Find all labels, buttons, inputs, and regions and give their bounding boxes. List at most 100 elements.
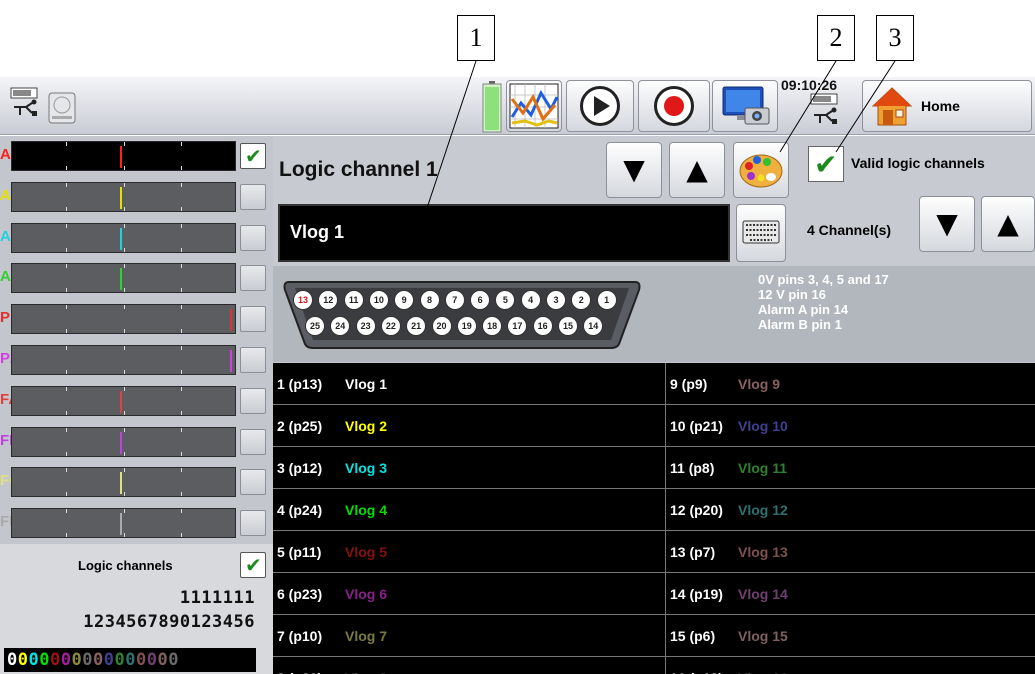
- channel-checkbox[interactable]: [240, 347, 266, 373]
- logic-state-digit: 0: [146, 650, 158, 670]
- channel-pin-id: 5 (p11): [277, 544, 322, 560]
- channel-checkbox[interactable]: [240, 387, 266, 414]
- channel-row[interactable]: FA: [0, 381, 273, 421]
- keyboard-icon: [742, 220, 780, 244]
- channel-name: Vlog 1: [345, 376, 388, 392]
- logic-state-digit: 0: [28, 650, 40, 670]
- connector-pin: 10: [368, 290, 389, 310]
- table-row[interactable]: 8 (p22) Vlog 8 16 (p18) Vlog 16: [273, 657, 1035, 674]
- channel-checkbox[interactable]: [240, 306, 266, 333]
- connector-pin: 7: [444, 290, 465, 310]
- channel-pin-id: 10 (p21): [670, 418, 723, 434]
- channel-name: Vlog 6: [345, 586, 388, 602]
- logic-state-digit: 0: [39, 650, 50, 670]
- pin-info-line: Alarm B pin 1: [758, 317, 842, 332]
- channel-marker: [120, 146, 122, 168]
- channel-marker: [120, 390, 122, 413]
- home-button[interactable]: Home: [862, 80, 1032, 132]
- record-icon: [654, 86, 694, 126]
- channel-row[interactable]: P2: [0, 340, 273, 380]
- channel-name-field[interactable]: Vlog 1: [278, 204, 730, 262]
- channel-pin-id: 9 (p9): [670, 376, 708, 392]
- channel-pin-id: 2 (p25): [277, 418, 323, 434]
- channel-name: Vlog 16: [738, 657, 788, 674]
- pin-info-line: Alarm A pin 14: [758, 302, 849, 317]
- count-up-button[interactable]: ▲: [981, 196, 1035, 252]
- channel-row[interactable]: P1: [0, 299, 273, 339]
- channel-checkbox[interactable]: [240, 469, 266, 496]
- channel-checkbox[interactable]: [240, 428, 266, 455]
- channel-pin-id: 7 (p10): [277, 628, 323, 644]
- connector-pin: 19: [456, 316, 477, 336]
- channel-name: Vlog 7: [345, 628, 388, 644]
- channel-sidebar: A1A2A3A4P1P2FAFBFCFD Logic channels 111111…: [0, 136, 273, 674]
- logic-channels-checkbox[interactable]: [240, 552, 266, 578]
- logic-channels-title: Logic channels: [78, 558, 173, 573]
- keyboard-button[interactable]: [736, 204, 786, 262]
- channel-checkbox[interactable]: [240, 143, 266, 169]
- table-row[interactable]: 7 (p10) Vlog 7 15 (p6) Vlog 15: [273, 615, 1035, 657]
- channel-name: Vlog 14: [738, 586, 788, 602]
- table-row[interactable]: 3 (p12) Vlog 3 11 (p8) Vlog 11: [273, 447, 1035, 489]
- channel-track: [11, 385, 236, 416]
- channel-name: Vlog 9: [738, 376, 781, 392]
- record-button[interactable]: [638, 80, 710, 132]
- table-row[interactable]: 5 (p11) Vlog 5 13 (p7) Vlog 13: [273, 531, 1035, 573]
- channel-index-tens: 1111111: [179, 588, 255, 608]
- channel-up-button[interactable]: ▲: [669, 142, 725, 198]
- channel-pin-id: 3 (p12): [277, 460, 323, 476]
- connector-pin: 11: [343, 290, 364, 310]
- channel-marker: [230, 350, 232, 372]
- connector-pin: 8: [419, 290, 440, 310]
- channel-name: Vlog 11: [738, 460, 788, 476]
- channel-pin-id: 14 (p19): [670, 586, 723, 602]
- channel-checkbox[interactable]: [240, 265, 266, 292]
- logic-state-digit: 0: [7, 650, 18, 670]
- channel-track: [11, 467, 236, 498]
- channel-checkbox[interactable]: [240, 224, 266, 251]
- connector-pin: 13: [293, 290, 313, 310]
- logic-channel-title: Logic channel 1: [279, 158, 438, 181]
- battery-icon: [481, 81, 503, 137]
- color-palette-button[interactable]: [733, 142, 789, 198]
- channel-name: Vlog 8: [345, 657, 387, 674]
- channel-row[interactable]: A1: [0, 136, 273, 176]
- table-row[interactable]: 4 (p24) Vlog 4 12 (p20) Vlog 12: [273, 489, 1035, 531]
- logic-channels-summary: Logic channels11111111234567890123456000…: [0, 544, 273, 674]
- channel-name: Vlog 12: [738, 502, 788, 518]
- logic-state-digit: 0: [136, 650, 147, 670]
- screenshot-button[interactable]: [712, 80, 778, 132]
- logic-state-digit: 0: [168, 650, 179, 670]
- table-row[interactable]: 6 (p23) Vlog 6 14 (p19) Vlog 14: [273, 573, 1035, 615]
- connector-pin: 18: [482, 316, 503, 336]
- channel-checkbox[interactable]: [240, 510, 266, 537]
- channel-down-button[interactable]: ▼: [606, 142, 662, 198]
- logic-channel-editor: Logic channel 1 ▼ ▲ Valid logic channels…: [273, 136, 1035, 674]
- channel-index-units: 1234567890123456: [83, 612, 255, 632]
- logic-state-digit: 0: [103, 650, 115, 670]
- play-button[interactable]: [566, 80, 634, 132]
- valid-logic-channels-checkbox[interactable]: [808, 146, 844, 182]
- channel-checkbox[interactable]: [240, 183, 266, 210]
- logic-state-digit: 0: [17, 650, 29, 670]
- channel-track: [11, 426, 236, 457]
- channel-row[interactable]: A3: [0, 218, 273, 258]
- channel-pin-id: 6 (p23): [277, 586, 323, 602]
- channel-row[interactable]: A4: [0, 258, 273, 298]
- home-icon: [871, 87, 913, 126]
- channel-pin-id: 16 (p18): [670, 657, 723, 674]
- channel-pin-id: 13 (p7): [670, 544, 716, 560]
- channel-row[interactable]: FD: [0, 503, 273, 543]
- channel-row[interactable]: FC: [0, 462, 273, 502]
- table-row[interactable]: 1 (p13) Vlog 1 9 (p9) Vlog 9: [273, 363, 1035, 405]
- channel-row[interactable]: FB: [0, 422, 273, 462]
- logic-channel-table: 1 (p13) Vlog 1 9 (p9) Vlog 9 2 (p25) Vlog 2 10…: [273, 363, 1035, 674]
- chart-button[interactable]: [506, 80, 562, 132]
- usb-drive-icon: [8, 85, 42, 129]
- table-row[interactable]: 2 (p25) Vlog 2 10 (p21) Vlog 10: [273, 405, 1035, 447]
- channel-track: [11, 222, 236, 253]
- channel-row[interactable]: A2: [0, 177, 273, 217]
- palette-icon: [739, 154, 783, 188]
- logic-state-digit: 0: [71, 650, 83, 670]
- count-down-button[interactable]: ▼: [919, 196, 975, 252]
